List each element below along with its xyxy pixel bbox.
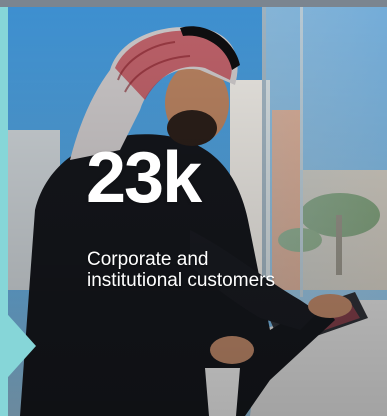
top-bar [0,0,387,7]
stat-card: 23k Corporate and institutional customer… [0,0,387,416]
arrow-right-icon [0,306,36,386]
stat-value: 23k [86,138,202,218]
stat-label: Corporate and institutional customers [87,249,275,291]
